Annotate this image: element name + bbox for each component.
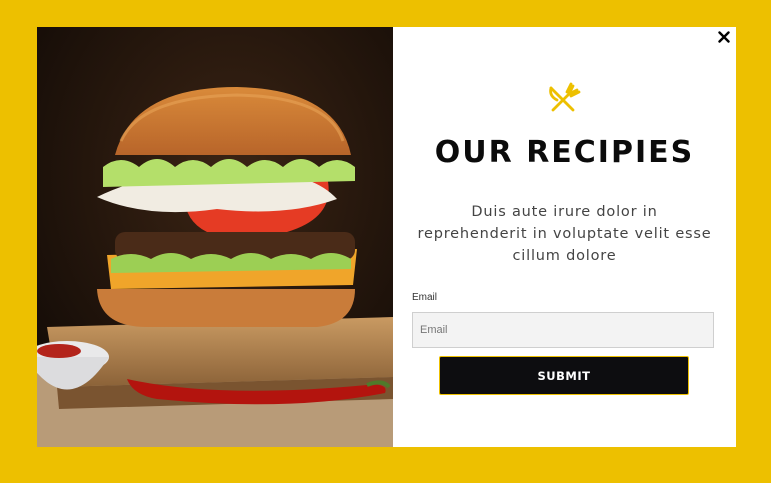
popup-content: OUR RECIPIES Duis aute irure dolor in re… xyxy=(393,27,736,447)
fork-knife-icon xyxy=(543,80,583,120)
email-label: Email xyxy=(412,292,438,303)
popup-title: OUR RECIPIES xyxy=(434,135,695,170)
close-icon xyxy=(718,31,730,43)
popup-description: Duis aute irure dolor in reprehenderit i… xyxy=(417,204,712,264)
email-input[interactable] xyxy=(412,312,714,348)
burger-photo xyxy=(37,27,393,447)
close-button[interactable] xyxy=(716,29,732,45)
submit-button[interactable]: SUBMIT xyxy=(439,356,689,395)
newsletter-popup: OUR RECIPIES Duis aute irure dolor in re… xyxy=(37,27,736,447)
burger-illustration xyxy=(37,27,393,447)
